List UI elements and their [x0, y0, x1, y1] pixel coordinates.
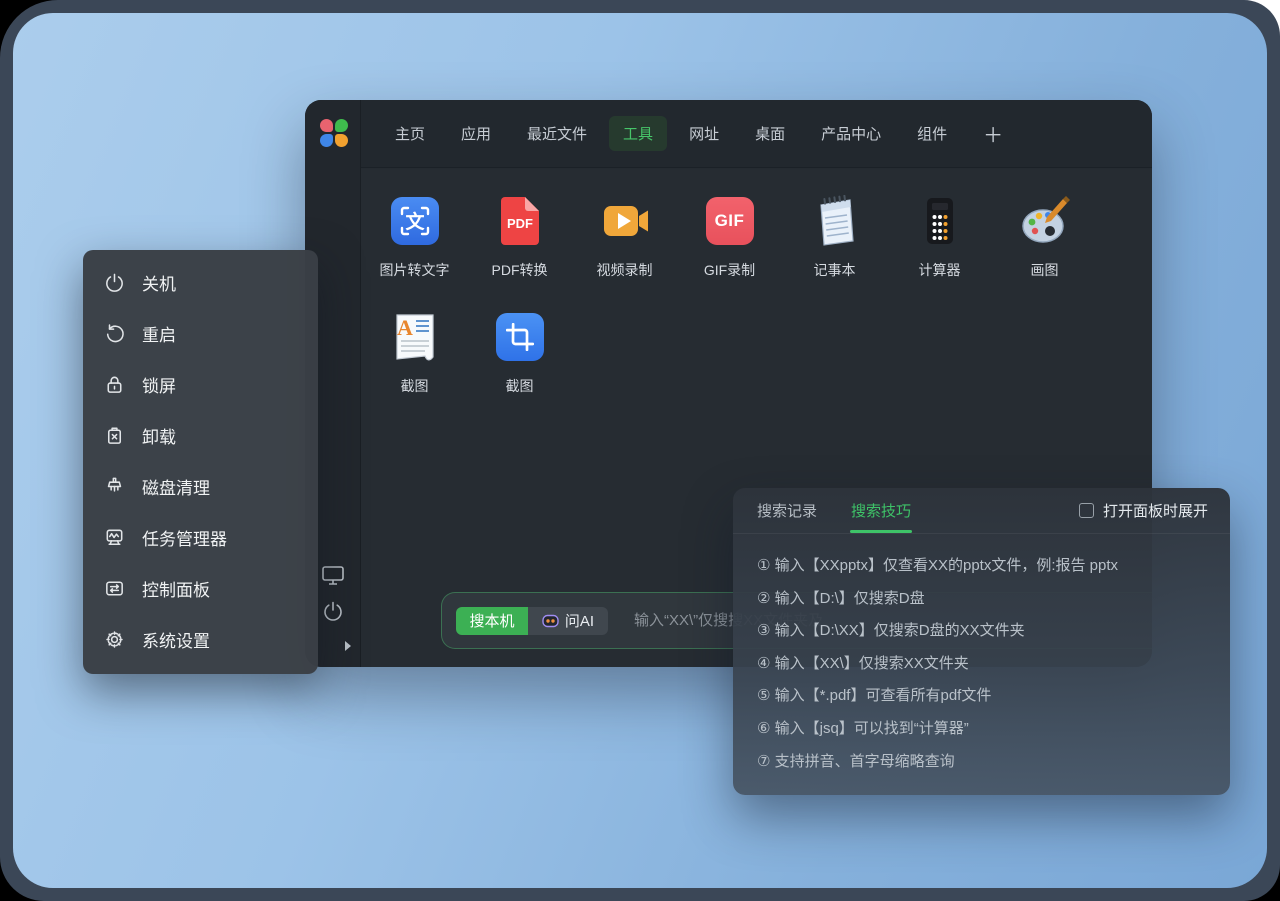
- menu-item-uninstall[interactable]: 卸载: [83, 410, 318, 461]
- shutdown-icon: [103, 271, 126, 294]
- add-tab-button[interactable]: ＋: [983, 119, 1003, 148]
- expand-on-open-checkbox[interactable]: [1079, 503, 1094, 518]
- control-panel-icon: [103, 577, 126, 600]
- tool-label: 视频录制: [597, 260, 653, 280]
- tip-line: ① 输入【XXpptx】仅查看XX的pptx文件，例:报告 pptx: [757, 550, 1210, 583]
- gif-record-icon: GIF: [706, 197, 754, 245]
- expand-on-open-label: 打开面板时展开: [1103, 500, 1208, 521]
- video-record-icon: [599, 199, 651, 243]
- menu-label: 重启: [142, 321, 176, 346]
- svg-text:PDF: PDF: [507, 216, 533, 231]
- menu-label: 锁屏: [142, 372, 176, 397]
- tip-line: ④ 输入【XX\】仅搜索XX文件夹: [757, 648, 1210, 681]
- tool-label: 截图: [401, 376, 429, 396]
- tool-screenshot-doc[interactable]: A 截图: [362, 311, 467, 396]
- tool-screenshot-crop[interactable]: 截图: [467, 311, 572, 396]
- menu-label: 关机: [142, 270, 176, 295]
- tab-product-center[interactable]: 产品中心: [821, 123, 881, 144]
- svg-text:文: 文: [405, 210, 425, 233]
- menu-label: 任务管理器: [142, 525, 227, 550]
- ask-ai-button[interactable]: 问AI: [528, 607, 608, 635]
- tip-line: ⑤ 输入【*.pdf】可查看所有pdf文件: [757, 680, 1210, 713]
- power-context-menu: 关机 重启 锁屏 卸载: [83, 250, 318, 674]
- menu-item-system-settings[interactable]: 系统设置: [83, 614, 318, 665]
- tab-desktop[interactable]: 桌面: [755, 123, 785, 144]
- search-mode-switch: 搜本机 问AI: [456, 607, 608, 635]
- tool-ocr[interactable]: 文 图片转文字: [362, 195, 467, 280]
- tool-label: 图片转文字: [380, 260, 450, 280]
- menu-item-lock-screen[interactable]: 锁屏: [83, 359, 318, 410]
- svg-text:A: A: [397, 315, 413, 340]
- tab-apps[interactable]: 应用: [461, 123, 491, 144]
- tab-urls[interactable]: 网址: [689, 123, 719, 144]
- tool-label: 计算器: [919, 260, 961, 280]
- tool-video-record[interactable]: 视频录制: [572, 195, 677, 280]
- display-icon[interactable]: [321, 565, 345, 587]
- tips-popup-header: 搜索记录 搜索技巧 打开面板时展开: [733, 488, 1230, 534]
- menu-item-shutdown[interactable]: 关机: [83, 257, 318, 308]
- menu-item-disk-cleanup[interactable]: 磁盘清理: [83, 461, 318, 512]
- power-icon[interactable]: [321, 599, 345, 623]
- tab-recent-files[interactable]: 最近文件: [527, 123, 587, 144]
- tab-widgets[interactable]: 组件: [917, 123, 947, 144]
- tool-label: 画图: [1031, 260, 1059, 280]
- tool-label: GIF录制: [704, 260, 755, 280]
- expand-on-open-option[interactable]: 打开面板时展开: [1079, 500, 1208, 521]
- ocr-icon: 文: [391, 197, 439, 245]
- uninstall-icon: [103, 424, 126, 447]
- tips-list: ① 输入【XXpptx】仅查看XX的pptx文件，例:报告 pptx ② 输入【…: [733, 534, 1230, 778]
- screen: 主页 应用 最近文件 工具 网址 桌面 产品中心 组件 ＋ 文: [0, 0, 1280, 901]
- system-settings-icon: [103, 628, 126, 651]
- tool-gif-record[interactable]: GIF GIF录制: [677, 195, 782, 280]
- calculator-icon: [920, 195, 960, 247]
- tool-calculator[interactable]: 计算器: [887, 195, 992, 280]
- expand-panel-arrow-icon[interactable]: [345, 641, 351, 651]
- ai-robot-icon: [542, 613, 559, 628]
- tip-line: ② 输入【D:\】仅搜索D盘: [757, 583, 1210, 616]
- tool-notepad[interactable]: 记事本: [782, 195, 887, 280]
- app-logo-icon[interactable]: [320, 119, 348, 147]
- tab-bar: 主页 应用 最近文件 工具 网址 桌面 产品中心 组件 ＋: [361, 100, 1152, 168]
- menu-label: 磁盘清理: [142, 474, 210, 499]
- tip-line: ⑥ 输入【jsq】可以找到“计算器”: [757, 713, 1210, 746]
- search-tips-popup: 搜索记录 搜索技巧 打开面板时展开 ① 输入【XXpptx】仅查看XX的pptx…: [733, 488, 1230, 795]
- desktop: 主页 应用 最近文件 工具 网址 桌面 产品中心 组件 ＋ 文: [13, 13, 1267, 888]
- paint-icon: [1019, 195, 1071, 247]
- notepad-icon: [810, 195, 860, 247]
- pdf-icon: PDF: [497, 195, 543, 247]
- restart-icon: [103, 322, 126, 345]
- menu-label: 控制面板: [142, 576, 210, 601]
- tool-pdf-convert[interactable]: PDF PDF转换: [467, 195, 572, 280]
- wordpad-screenshot-icon: A: [391, 311, 439, 363]
- tab-search-history[interactable]: 搜索记录: [757, 488, 817, 533]
- tip-line: ③ 输入【D:\XX】仅搜索D盘的XX文件夹: [757, 615, 1210, 648]
- disk-cleanup-icon: [103, 475, 126, 498]
- menu-item-task-manager[interactable]: 任务管理器: [83, 512, 318, 563]
- tool-paint[interactable]: 画图: [992, 195, 1097, 280]
- tool-label: PDF转换: [492, 260, 548, 280]
- menu-label: 卸载: [142, 423, 176, 448]
- tab-search-tips[interactable]: 搜索技巧: [851, 488, 911, 533]
- tool-label: 截图: [506, 376, 534, 396]
- search-local-button[interactable]: 搜本机: [456, 607, 528, 635]
- menu-label: 系统设置: [142, 627, 210, 652]
- lock-screen-icon: [103, 373, 126, 396]
- tip-line: ⑦ 支持拼音、首字母缩略查询: [757, 746, 1210, 779]
- task-manager-icon: [103, 526, 126, 549]
- tool-label: 记事本: [814, 260, 856, 280]
- tab-tools[interactable]: 工具: [609, 116, 667, 151]
- menu-item-restart[interactable]: 重启: [83, 308, 318, 359]
- menu-item-control-panel[interactable]: 控制面板: [83, 563, 318, 614]
- tab-home[interactable]: 主页: [395, 123, 425, 144]
- crop-screenshot-icon: [496, 313, 544, 361]
